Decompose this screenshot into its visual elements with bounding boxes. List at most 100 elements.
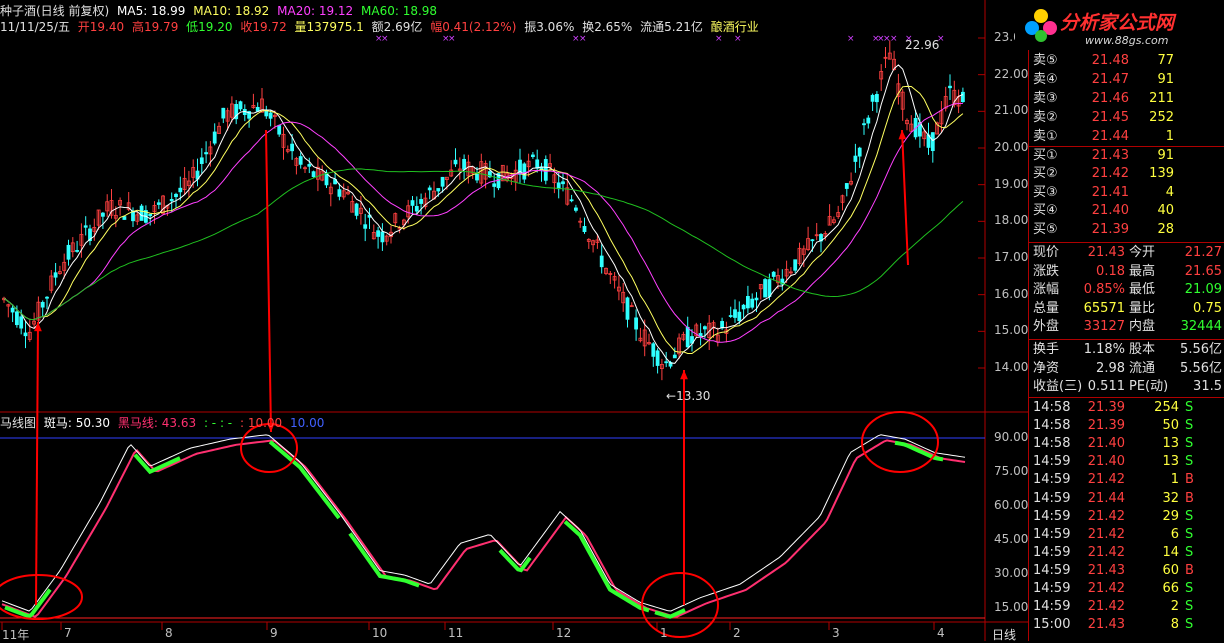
tick-row[interactable]: 14:59 21.42 6 S — [1029, 526, 1224, 544]
candle-body — [101, 212, 105, 217]
candle-body — [664, 361, 669, 364]
quote-label: 现价 — [1033, 245, 1060, 260]
tick-row[interactable]: 14:58 21.39 254 S — [1029, 399, 1224, 417]
candle-body — [651, 343, 656, 357]
bar-date: 11/11/25/五 — [0, 20, 70, 34]
candle-body — [561, 181, 565, 185]
sell-level: 卖⑤ 21.48 77 — [1029, 52, 1224, 70]
candle-body — [625, 297, 630, 320]
peak-annotation: 22.96 — [905, 38, 940, 52]
tick-row[interactable]: 14:58 21.40 13 S — [1029, 435, 1224, 453]
bar-amount: 额2.69亿 — [371, 20, 423, 34]
tick-row[interactable]: 14:58 21.39 50 S — [1029, 417, 1224, 435]
ob-price: 21.47 — [1091, 72, 1129, 87]
price-tick-label: 21.00 — [994, 103, 1029, 118]
falling-segment — [563, 520, 650, 613]
ob-volume: 77 — [1157, 53, 1174, 68]
tick-side: S — [1185, 436, 1194, 452]
candle-body — [853, 155, 858, 162]
main-chart[interactable]: ×× ×× × × × × × ××× × × × — [0, 0, 1028, 641]
candle-body — [492, 183, 497, 187]
signal-circle — [240, 423, 298, 473]
ob-label: 卖① — [1033, 129, 1058, 144]
quote-label: 今开 — [1129, 245, 1156, 260]
panel-divider — [1029, 339, 1224, 340]
tick-volume: 6 — [1170, 526, 1179, 542]
tick-time: 14:59 — [1033, 454, 1071, 470]
candle-body — [307, 164, 312, 167]
quote-row: 涨幅 0.85% 最低 21.09 — [1029, 281, 1224, 299]
candle-body — [793, 259, 798, 271]
candle-body — [961, 91, 965, 103]
tick-row[interactable]: 14:59 21.43 60 B — [1029, 562, 1224, 580]
fundamentals-row: 净资 2.98 流通 5.56亿 — [1029, 360, 1224, 378]
candle-body — [870, 94, 875, 102]
candle-body — [746, 296, 750, 309]
tick-row[interactable]: 14:59 21.42 29 S — [1029, 508, 1224, 526]
quote-value: 21.09 — [1184, 282, 1222, 297]
fund-value: 0.511 — [1087, 379, 1125, 394]
ob-label: 买① — [1033, 148, 1058, 163]
panel-divider — [1029, 397, 1224, 398]
ob-label: 买④ — [1033, 203, 1058, 219]
sell-level: 卖③ 21.46 211 — [1029, 90, 1224, 108]
fundamentals-row: 收益(三) 0.511 PE(动) 31.5 — [1029, 378, 1224, 396]
tick-volume: 13 — [1162, 454, 1179, 470]
tick-price: 21.39 — [1087, 418, 1125, 434]
candle-body — [531, 154, 535, 158]
buy-level: 买④ 21.40 40 — [1029, 202, 1224, 220]
quote-value: 32444 — [1180, 319, 1222, 334]
osc-tick-label: 45.00 — [994, 532, 1029, 546]
tick-time: 14:59 — [1033, 526, 1071, 542]
time-tick-label: 11 — [448, 626, 464, 640]
quote-row: 现价 21.43 今开 21.27 — [1029, 244, 1224, 262]
tick-volume: 50 — [1162, 418, 1179, 434]
tick-row[interactable]: 14:59 21.42 2 S — [1029, 598, 1224, 616]
quote-value: 21.65 — [1184, 263, 1222, 279]
sell-level: 卖④ 21.47 91 — [1029, 71, 1224, 89]
tick-row[interactable]: 14:59 21.42 1 B — [1029, 471, 1224, 489]
tick-row[interactable]: 15:00 21.43 8 S — [1029, 616, 1224, 634]
candle-body — [122, 216, 127, 220]
osc-tick-label: 75.00 — [994, 464, 1029, 478]
ob-price: 21.40 — [1091, 203, 1129, 219]
tick-row[interactable]: 14:59 21.42 14 S — [1029, 544, 1224, 562]
ob-label: 卖④ — [1033, 72, 1058, 87]
buy-level: 买① 21.43 91 — [1029, 147, 1224, 165]
tick-row[interactable]: 14:59 21.40 13 S — [1029, 453, 1224, 471]
ob-price: 21.44 — [1091, 129, 1129, 144]
candle-body — [930, 132, 935, 152]
candle-body — [948, 85, 952, 89]
sell-level: 卖② 21.45 252 — [1029, 109, 1224, 127]
ob-volume: 40 — [1157, 203, 1174, 219]
signal-marker: × — [381, 34, 389, 44]
quote-row: 外盘 33127 内盘 32444 — [1029, 318, 1224, 336]
quote-value: 21.43 — [1087, 245, 1125, 260]
tick-time: 14:58 — [1033, 400, 1071, 415]
chart-header: 种子酒(日线 前复权) MA5: 18.99 MA10: 18.92 MA20:… — [0, 2, 441, 18]
fund-value: 5.56亿 — [1180, 360, 1222, 376]
fund-value: 2.98 — [1096, 360, 1125, 376]
logo-url: www.88gs.com — [1085, 34, 1169, 47]
ma10-value: MA10: 18.92 — [193, 4, 270, 18]
time-tick-label: 7 — [64, 626, 72, 640]
candle-body — [199, 157, 204, 164]
quote-label: 量比 — [1129, 300, 1156, 316]
tick-price: 21.42 — [1087, 472, 1125, 488]
candle-body — [569, 199, 574, 202]
candle-body — [221, 107, 226, 119]
period-label[interactable]: 日线 — [992, 626, 1016, 643]
quote-row: 涨跌 0.18 最高 21.65 — [1029, 263, 1224, 281]
candle-body — [582, 226, 587, 232]
candle-body — [53, 272, 58, 278]
price-tick-label: 14.00 — [994, 360, 1029, 374]
tick-row[interactable]: 14:59 21.42 66 S — [1029, 580, 1224, 598]
ob-price: 21.42 — [1091, 166, 1129, 182]
tick-time: 15:00 — [1033, 617, 1071, 633]
candle-body — [574, 207, 578, 211]
signal-marker: × — [890, 34, 898, 44]
tick-row[interactable]: 14:59 21.44 32 B — [1029, 490, 1224, 508]
candle-body — [522, 163, 527, 180]
quote-label: 涨跌 — [1033, 263, 1060, 279]
candle-body — [655, 350, 660, 366]
